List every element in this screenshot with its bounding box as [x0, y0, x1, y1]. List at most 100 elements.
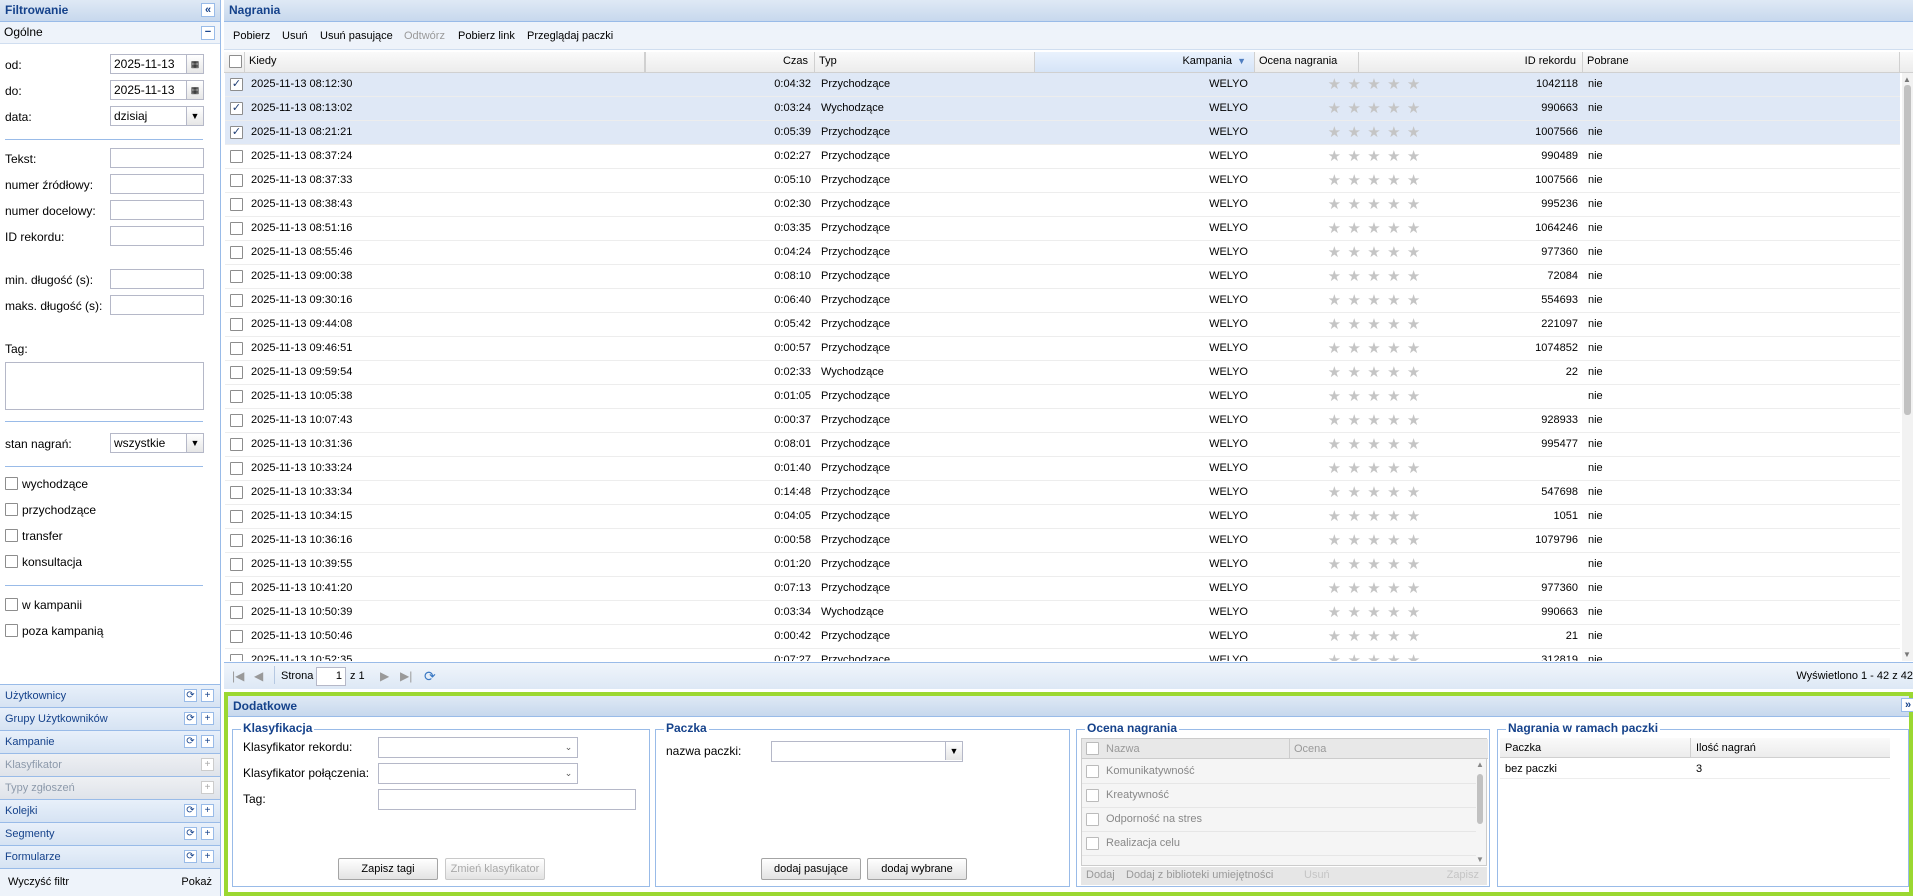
checkbox-incoming[interactable]	[5, 503, 18, 516]
accordion-queues[interactable]: Kolejki ⟳ +	[0, 799, 220, 822]
recording-state-select[interactable]: wszystkie ▼	[110, 433, 204, 453]
prev-page-icon[interactable]: ◀	[254, 669, 263, 683]
rating-save-button[interactable]: Zapisz	[1447, 869, 1479, 881]
calendar-icon[interactable]: ▦	[186, 81, 203, 99]
table-row[interactable]: 2025-11-13 09:44:08 0:05:42 Przychodzące WE…	[225, 313, 1900, 337]
row-checkbox[interactable]	[230, 390, 243, 403]
table-row[interactable]: 2025-11-13 10:33:24 0:01:40 Przychodzące WE…	[225, 457, 1900, 481]
add-selected-button[interactable]: dodaj wybrane	[867, 858, 967, 880]
column-header-time[interactable]: Czas	[645, 52, 815, 72]
table-row[interactable]: 2025-11-13 08:37:24 0:02:27 Przychodzące WE…	[225, 145, 1900, 169]
table-row[interactable]: 2025-11-13 09:46:51 0:00:57 Przychodzące WE…	[225, 337, 1900, 361]
row-checkbox[interactable]	[230, 654, 243, 661]
table-row[interactable]: 2025-11-13 10:41:20 0:07:13 Przychodzące WE…	[225, 577, 1900, 601]
row-checkbox[interactable]	[230, 462, 243, 475]
star-icon[interactable]: ★	[1325, 629, 1344, 644]
collapse-extra-icon[interactable]: »	[1901, 698, 1913, 712]
row-checkbox[interactable]	[230, 174, 243, 187]
star-icon[interactable]: ★	[1325, 341, 1344, 356]
table-row[interactable]: 2025-11-13 10:07:43 0:00:37 Przychodzące WE…	[225, 409, 1900, 433]
download-button[interactable]: Pobierz	[233, 30, 270, 42]
star-icon[interactable]: ★	[1325, 173, 1344, 188]
table-row[interactable]: 2025-11-13 10:52:35 0:07:27 Przychodzące WE…	[225, 649, 1900, 661]
checkbox-transfer[interactable]	[5, 529, 18, 542]
star-icon[interactable]: ★	[1325, 221, 1344, 236]
star-icon[interactable]: ★	[1325, 389, 1344, 404]
row-checkbox[interactable]	[230, 150, 243, 163]
select-all-checkbox[interactable]	[229, 55, 242, 68]
play-button[interactable]: Odtwórz	[404, 30, 445, 42]
tag-textarea[interactable]	[5, 362, 204, 410]
grid-scrollbar[interactable]: ▲ ▼	[1902, 73, 1913, 661]
plus-icon[interactable]: +	[201, 827, 214, 840]
row-checkbox[interactable]: ✓	[230, 102, 243, 115]
table-row[interactable]: 2025-11-13 09:30:16 0:06:40 Przychodzące WE…	[225, 289, 1900, 313]
rating-add-button[interactable]: Dodaj	[1086, 869, 1115, 881]
accordion-forms[interactable]: Formularze ⟳ +	[0, 845, 220, 868]
collapse-section-icon[interactable]: −	[201, 26, 215, 40]
scroll-up-icon[interactable]: ▲	[1476, 760, 1484, 769]
rating-add-library-button[interactable]: Dodaj z biblioteki umiejętności	[1126, 869, 1273, 881]
row-checkbox[interactable]	[230, 582, 243, 595]
min-length-input[interactable]	[110, 269, 204, 289]
table-row[interactable]: 2025-11-13 10:31:36 0:08:01 Przychodzące WE…	[225, 433, 1900, 457]
rating-scrollbar[interactable]: ▲ ▼	[1475, 760, 1485, 864]
row-checkbox[interactable]	[230, 558, 243, 571]
row-checkbox[interactable]	[230, 342, 243, 355]
show-button[interactable]: Pokaż	[181, 876, 212, 888]
text-input[interactable]	[110, 148, 204, 168]
save-tags-button[interactable]: Zapisz tagi	[338, 858, 438, 880]
grid-header-check[interactable]	[224, 52, 245, 72]
source-number-input[interactable]	[110, 174, 204, 194]
star-icon[interactable]: ★	[1325, 125, 1344, 140]
star-icon[interactable]: ★	[1325, 101, 1344, 116]
star-icon[interactable]: ★	[1325, 533, 1344, 548]
star-icon[interactable]: ★	[1325, 605, 1344, 620]
star-icon[interactable]: ★	[1325, 293, 1344, 308]
row-checkbox[interactable]	[230, 246, 243, 259]
row-checkbox[interactable]	[230, 510, 243, 523]
change-classifier-button[interactable]: Zmień klasyfikator	[445, 858, 545, 880]
batch-row[interactable]: bez paczki 3	[1500, 759, 1890, 779]
record-id-input[interactable]	[110, 226, 204, 246]
record-classifier-select[interactable]: ⌄	[378, 737, 578, 758]
accordion-users[interactable]: Użytkownicy ⟳ +	[0, 684, 220, 707]
table-row[interactable]: ✓ 2025-11-13 08:21:21 0:05:39 Przychodzące W…	[225, 121, 1900, 145]
table-row[interactable]: 2025-11-13 08:55:46 0:04:24 Przychodzące WE…	[225, 241, 1900, 265]
row-checkbox[interactable]	[230, 486, 243, 499]
call-classifier-select[interactable]: ⌄	[378, 763, 578, 784]
table-row[interactable]: 2025-11-13 10:50:46 0:00:42 Przychodzące WE…	[225, 625, 1900, 649]
star-icon[interactable]: ★	[1325, 245, 1344, 260]
page-number-input[interactable]: 1	[316, 667, 346, 686]
row-checkbox[interactable]: ✓	[230, 78, 243, 91]
row-checkbox[interactable]	[230, 222, 243, 235]
checkbox-in-campaign[interactable]	[5, 598, 18, 611]
max-length-input[interactable]	[110, 295, 204, 315]
star-icon[interactable]: ★	[1325, 485, 1344, 500]
table-row[interactable]: 2025-11-13 08:37:33 0:05:10 Przychodzące WE…	[225, 169, 1900, 193]
delete-button[interactable]: Usuń	[282, 30, 308, 42]
refresh-icon[interactable]: ⟳	[184, 689, 197, 702]
table-row[interactable]: 2025-11-13 09:00:38 0:08:10 Przychodzące WE…	[225, 265, 1900, 289]
star-icon[interactable]: ★	[1325, 461, 1344, 476]
row-checkbox[interactable]	[230, 198, 243, 211]
star-icon[interactable]: ★	[1325, 317, 1344, 332]
table-row[interactable]: 2025-11-13 10:34:15 0:04:05 Przychodzące WE…	[225, 505, 1900, 529]
accordion-user-groups[interactable]: Grupy Użytkowników ⟳ +	[0, 707, 220, 730]
star-icon[interactable]: ★	[1325, 557, 1344, 572]
chevron-down-icon[interactable]: ▼	[186, 434, 203, 452]
scrollbar-thumb[interactable]	[1477, 774, 1483, 824]
star-icon[interactable]: ★	[1325, 197, 1344, 212]
refresh-icon[interactable]: ⟳	[184, 735, 197, 748]
row-checkbox[interactable]	[230, 534, 243, 547]
table-row[interactable]: 2025-11-13 10:36:16 0:00:58 Przychodzące WE…	[225, 529, 1900, 553]
star-icon[interactable]: ★	[1325, 365, 1344, 380]
table-row[interactable]: 2025-11-13 10:33:34 0:14:48 Przychodzące WE…	[225, 481, 1900, 505]
star-icon[interactable]: ★	[1325, 581, 1344, 596]
refresh-icon[interactable]: ⟳	[424, 668, 436, 685]
table-row[interactable]: 2025-11-13 10:39:55 0:01:20 Przychodzące WE…	[225, 553, 1900, 577]
refresh-icon[interactable]: ⟳	[184, 850, 197, 863]
table-row[interactable]: 2025-11-13 08:38:43 0:02:30 Przychodzące WE…	[225, 193, 1900, 217]
star-icon[interactable]: ★	[1325, 269, 1344, 284]
row-checkbox[interactable]	[230, 414, 243, 427]
